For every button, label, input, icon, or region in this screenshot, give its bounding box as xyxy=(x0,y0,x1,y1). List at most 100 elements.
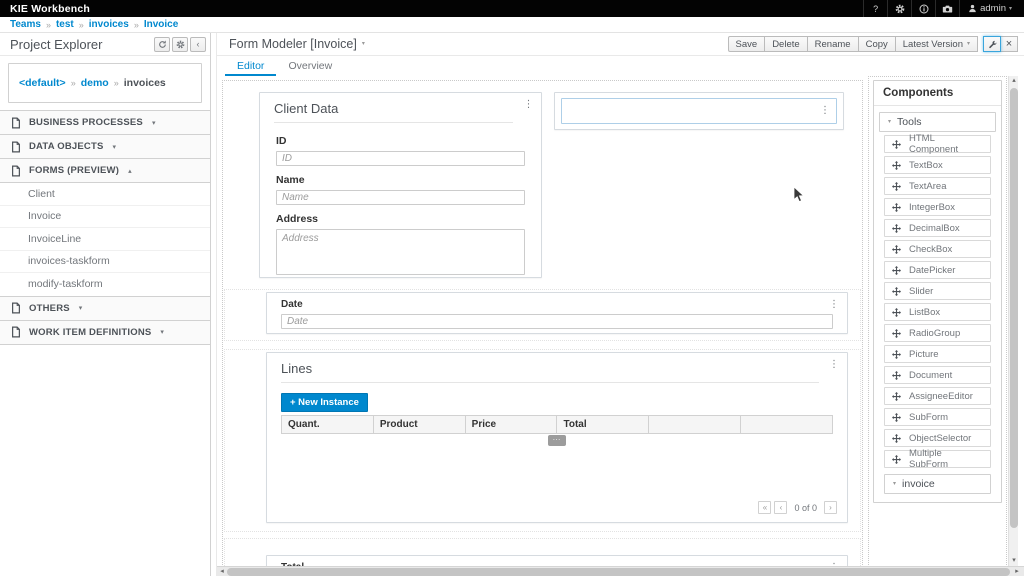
gear-icon[interactable] xyxy=(887,0,911,17)
invoice-accordion[interactable]: ▾ invoice xyxy=(884,474,991,494)
date-field-widget[interactable]: ⋮ Date xyxy=(266,292,848,334)
breadcrumb-teams[interactable]: Teams xyxy=(10,19,41,30)
form-item-client[interactable]: Client xyxy=(0,183,210,206)
scroll-left-arrow[interactable]: ◂ xyxy=(217,567,227,576)
lines-group[interactable]: ⋮ Lines + New Instance Quant. Product Pr… xyxy=(266,352,848,523)
move-icon xyxy=(892,371,901,380)
kebab-menu-icon[interactable]: ⋮ xyxy=(829,300,839,310)
close-editor-button[interactable]: × xyxy=(1000,36,1018,52)
move-icon xyxy=(892,413,901,422)
scroll-down-arrow[interactable]: ▾ xyxy=(1009,556,1019,566)
form-item-invoice[interactable]: Invoice xyxy=(0,206,210,229)
tab-overview[interactable]: Overview xyxy=(276,58,344,76)
section-work-item-definitions[interactable]: WORK ITEM DEFINITIONS ▾ xyxy=(0,321,210,345)
chevron-down-icon: ▾ xyxy=(79,304,83,312)
section-others[interactable]: OTHERS ▾ xyxy=(0,297,210,321)
section-business-processes[interactable]: BUSINESS PROCESSES ▾ xyxy=(0,111,210,135)
explorer-settings-button[interactable] xyxy=(172,37,188,52)
new-instance-button[interactable]: + New Instance xyxy=(281,393,368,412)
wrench-button[interactable] xyxy=(983,36,1001,52)
drop-zone[interactable]: ⋮ xyxy=(561,98,837,124)
form-item-modify-taskform[interactable]: modify-taskform xyxy=(0,273,210,296)
scroll-right-arrow[interactable]: ▸ xyxy=(1012,567,1022,576)
component-textbox[interactable]: TextBox xyxy=(884,156,991,174)
component-html-component[interactable]: HTML Component xyxy=(884,135,991,153)
address-field-textarea[interactable] xyxy=(276,229,525,275)
component-assigneeeditor[interactable]: AssigneeEditor xyxy=(884,387,991,405)
user-icon xyxy=(968,4,977,13)
info-icon[interactable] xyxy=(911,0,935,17)
component-radiogroup[interactable]: RadioGroup xyxy=(884,324,991,342)
component-document[interactable]: Document xyxy=(884,366,991,384)
move-icon xyxy=(892,182,901,191)
empty-layout-cell[interactable]: ⋮ xyxy=(554,92,844,130)
app-title: KIE Workbench xyxy=(10,3,90,15)
kebab-menu-icon[interactable]: ⋮ xyxy=(820,106,830,116)
path-separator: » xyxy=(71,78,76,88)
chevron-down-icon: ▾ xyxy=(113,143,117,151)
breadcrumb-test[interactable]: test xyxy=(56,19,74,30)
component-integerbox[interactable]: IntegerBox xyxy=(884,198,991,216)
next-page-button[interactable]: › xyxy=(824,501,837,514)
move-icon xyxy=(892,266,901,275)
chevron-down-icon: ▾ xyxy=(893,481,896,487)
form-item-invoiceline[interactable]: InvoiceLine xyxy=(0,228,210,251)
date-field-input[interactable] xyxy=(281,314,833,329)
collapse-panel-button[interactable]: ‹ xyxy=(190,37,206,52)
id-field-input[interactable] xyxy=(276,151,525,166)
user-menu[interactable]: admin ▾ xyxy=(959,0,1016,17)
rename-button[interactable]: Rename xyxy=(807,36,859,52)
tools-accordion[interactable]: ▾ Tools xyxy=(879,112,996,132)
breadcrumb-invoices[interactable]: invoices xyxy=(89,19,129,30)
component-datepicker[interactable]: DatePicker xyxy=(884,261,991,279)
move-icon xyxy=(892,329,901,338)
form-modeler-panel: Form Modeler [Invoice] ▾ Save Delete Ren… xyxy=(217,33,1024,576)
date-field-label: Date xyxy=(281,299,833,310)
camera-icon[interactable] xyxy=(935,0,959,17)
vertical-scrollbar[interactable]: ▴ ▾ xyxy=(1008,76,1018,566)
component-listbox[interactable]: ListBox xyxy=(884,303,991,321)
section-forms-preview[interactable]: FORMS (PREVIEW) ▴ xyxy=(0,159,210,183)
editor-title[interactable]: Form Modeler [Invoice] ▾ xyxy=(229,37,365,51)
app-topbar: KIE Workbench ? admin ▾ xyxy=(0,0,1024,17)
delete-button[interactable]: Delete xyxy=(764,36,807,52)
scroll-up-arrow[interactable]: ▴ xyxy=(1009,76,1019,86)
component-multiple-subform[interactable]: Multiple SubForm xyxy=(884,450,991,468)
move-icon xyxy=(892,287,901,296)
first-page-button[interactable]: « xyxy=(758,501,771,514)
component-picture[interactable]: Picture xyxy=(884,345,991,363)
vertical-scrollbar-thumb[interactable] xyxy=(1010,88,1018,528)
client-data-group[interactable]: ⋮ Client Data ID Name Address xyxy=(259,92,542,278)
breadcrumb-invoice[interactable]: Invoice xyxy=(144,19,178,30)
component-slider[interactable]: Slider xyxy=(884,282,991,300)
path-default-link[interactable]: <default> xyxy=(19,77,66,89)
tab-editor[interactable]: Editor xyxy=(225,58,276,76)
component-textarea[interactable]: TextArea xyxy=(884,177,991,195)
copy-button[interactable]: Copy xyxy=(858,36,896,52)
forms-list: Client Invoice InvoiceLine invoices-task… xyxy=(0,183,210,297)
component-decimalbox[interactable]: DecimalBox xyxy=(884,219,991,237)
kebab-menu-icon[interactable]: ⋮ xyxy=(523,100,533,110)
horizontal-scrollbar-thumb[interactable] xyxy=(227,568,1010,576)
name-field-input[interactable] xyxy=(276,190,525,205)
prev-page-button[interactable]: ‹ xyxy=(774,501,787,514)
editor-tabs: Editor Overview xyxy=(217,56,1024,76)
path-demo-link[interactable]: demo xyxy=(81,77,109,89)
components-title: Components xyxy=(874,81,1001,106)
help-icon[interactable]: ? xyxy=(863,0,887,17)
component-subform[interactable]: SubForm xyxy=(884,408,991,426)
drag-handle[interactable]: ⋯ xyxy=(548,435,566,446)
section-data-objects[interactable]: DATA OBJECTS ▾ xyxy=(0,135,210,159)
horizontal-scrollbar[interactable]: ◂ ▸ xyxy=(217,566,1024,576)
version-dropdown[interactable]: Latest Version ▾ xyxy=(895,36,978,52)
work-item-definitions-icon xyxy=(10,326,22,338)
breadcrumb-separator: » xyxy=(46,20,51,30)
save-button[interactable]: Save xyxy=(728,36,766,52)
form-canvas[interactable]: ⋮ Client Data ID Name Address xyxy=(222,80,863,567)
component-checkbox[interactable]: CheckBox xyxy=(884,240,991,258)
form-item-invoices-taskform[interactable]: invoices-taskform xyxy=(0,251,210,274)
refresh-button[interactable] xyxy=(154,37,170,52)
component-objectselector[interactable]: ObjectSelector xyxy=(884,429,991,447)
column-product: Product xyxy=(374,416,466,433)
kebab-menu-icon[interactable]: ⋮ xyxy=(829,360,839,370)
